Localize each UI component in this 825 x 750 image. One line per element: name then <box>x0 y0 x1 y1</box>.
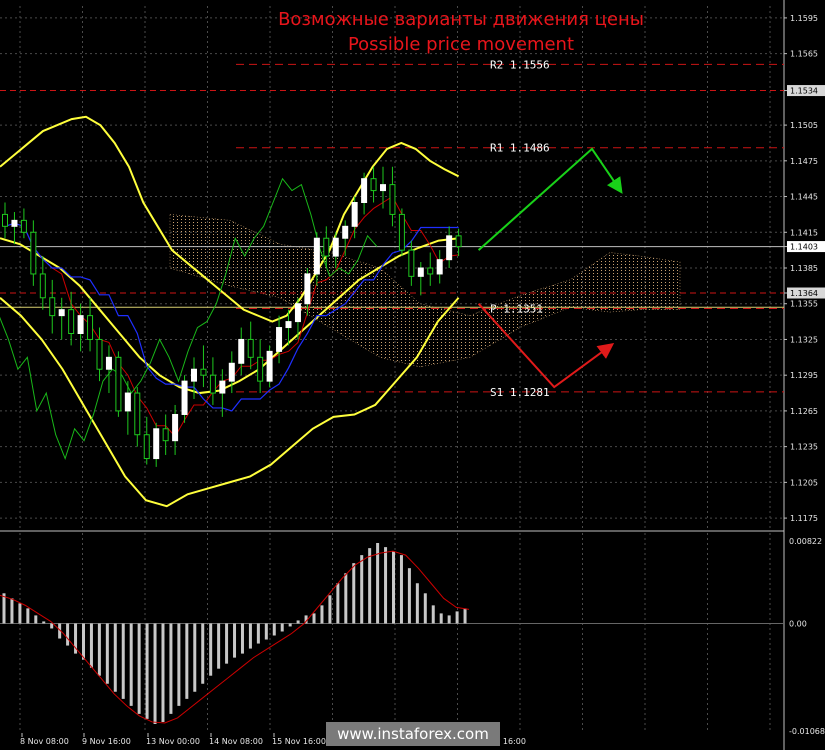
price-tick-label: 1.1475 <box>790 157 818 166</box>
chart-title-ru: Возможные варианты движения цены <box>278 9 644 30</box>
price-tick-label: 1.1295 <box>790 371 818 380</box>
candle-body <box>436 259 443 275</box>
candle-body <box>209 374 216 394</box>
macd-tick-label: 0.00822 <box>789 537 822 546</box>
chart-title-en: Possible price movement <box>347 34 575 55</box>
candle-body <box>96 338 103 370</box>
candle-body <box>134 392 141 436</box>
price-tick-label: 1.1505 <box>790 121 818 130</box>
price-tick-label: 1.1205 <box>790 478 818 487</box>
candle-body <box>172 413 179 442</box>
price-highlight-label: 1.1534 <box>790 87 818 96</box>
candle-body <box>370 178 377 192</box>
time-tick-label: 15 Nov 16:00 <box>272 737 326 746</box>
price-tick-label: 1.1175 <box>790 514 818 523</box>
candle-body <box>162 428 169 442</box>
candle-body <box>285 321 292 329</box>
price-tick-label: 1.1235 <box>790 443 818 452</box>
candle-body <box>247 338 254 358</box>
candle-body <box>191 368 197 382</box>
candle-body <box>294 303 301 323</box>
candle-body <box>313 237 320 275</box>
forex-chart: R2 1.1556 R1 1.1486 P 1.1351 S1 1.1281 1.15… <box>0 0 825 750</box>
watermark: www.instaforex.com <box>326 722 500 746</box>
candle-body <box>446 235 453 261</box>
candle-body <box>105 356 112 370</box>
candle-body <box>304 273 311 305</box>
candle-body <box>115 356 122 412</box>
candle-body <box>200 368 207 376</box>
candle-body <box>238 338 245 364</box>
candle-body <box>2 213 8 227</box>
candle-body <box>11 219 18 227</box>
candle-body <box>398 213 405 251</box>
candle-body <box>257 356 264 382</box>
pivot-label-s1: S1 1.1281 <box>490 386 550 399</box>
price-tick-label: 1.1265 <box>790 407 818 416</box>
time-tick-label: 13 Nov 00:00 <box>146 737 200 746</box>
candle-body <box>427 267 434 275</box>
price-tick-label: 1.1415 <box>790 228 818 237</box>
candle-body <box>342 225 349 239</box>
pivot-label-r1: R1 1.1486 <box>490 142 550 155</box>
macd-tick-label: -0.01068 <box>789 727 825 736</box>
candle-body <box>351 202 358 227</box>
candle-body <box>49 297 56 317</box>
candle-body <box>124 392 131 412</box>
candle-body <box>68 309 75 335</box>
candle-body <box>417 267 424 277</box>
price-tick-label: 1.1325 <box>790 335 818 344</box>
candle-body <box>20 219 27 233</box>
candle-body <box>181 380 188 415</box>
pivot-label-r2: R2 1.1556 <box>490 58 550 71</box>
price-tick-label: 1.1385 <box>790 264 818 273</box>
candle-body <box>143 434 150 460</box>
candle-body <box>276 327 283 352</box>
price-tick-label: 1.1355 <box>790 300 818 309</box>
price-tick-label: 1.1445 <box>790 193 818 202</box>
candle-body <box>323 237 330 257</box>
candle-body <box>266 350 273 382</box>
candle-body <box>219 380 226 394</box>
time-tick-label: 8 Nov 08:00 <box>20 737 69 746</box>
price-highlight-label: 1.1403 <box>790 243 818 252</box>
time-tick-label: 9 Nov 16:00 <box>82 737 131 746</box>
candle-body <box>455 235 462 248</box>
candle-body <box>408 249 415 277</box>
price-highlight-label: 1.1364 <box>790 289 818 298</box>
macd-tick-label: 0.00 <box>789 619 807 628</box>
candle-body <box>228 362 235 382</box>
time-tick-label: 14 Nov 08:00 <box>209 737 263 746</box>
candle-body <box>153 428 160 460</box>
pivot-label-p: P 1.1351 <box>490 302 543 315</box>
candle-body <box>380 184 386 192</box>
candle-body <box>389 184 396 215</box>
candle-body <box>30 231 37 275</box>
candle-body <box>39 273 46 299</box>
candle-body <box>361 178 368 204</box>
candle-body <box>77 315 84 334</box>
candle-body <box>87 315 94 340</box>
candle-body <box>58 309 65 317</box>
candle-body <box>332 237 339 257</box>
